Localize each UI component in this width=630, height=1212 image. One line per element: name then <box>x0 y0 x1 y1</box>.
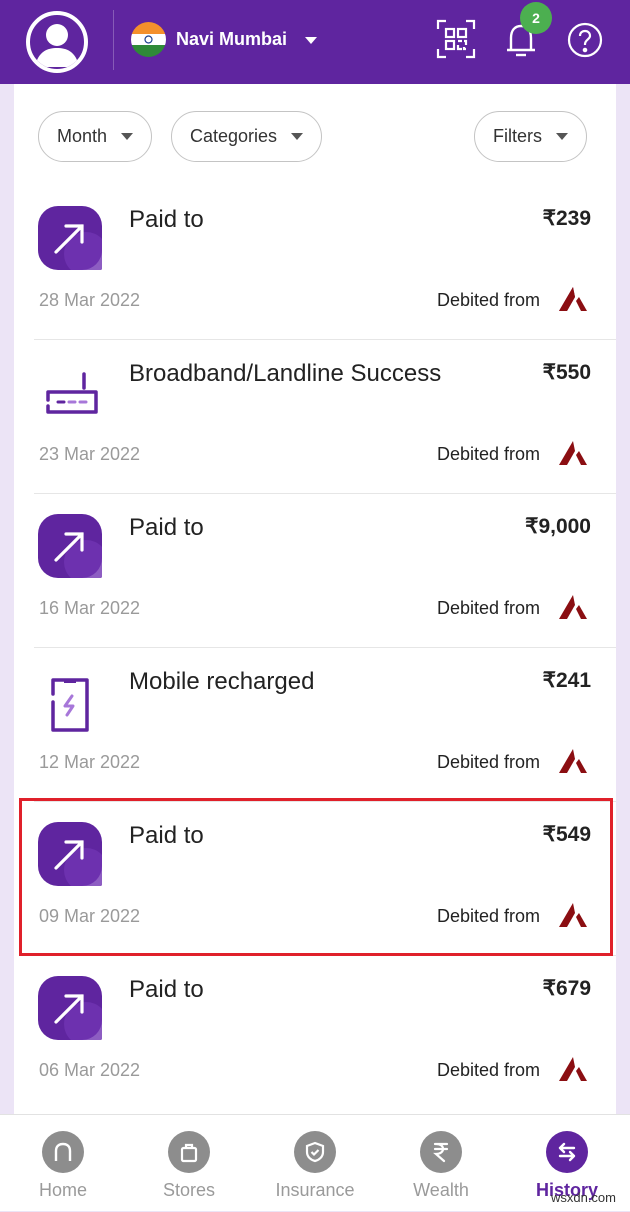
divider <box>113 10 114 70</box>
transaction-title: Paid to <box>129 976 204 1003</box>
nav-stores-label: Stores <box>162 1180 216 1200</box>
debited-from-label: Debited from <box>436 598 540 618</box>
axis-bank-logo-icon <box>559 287 587 311</box>
transaction-row[interactable]: Paid to ₹679 06 Mar 2022 Debited from <box>14 956 616 1110</box>
india-flag-icon[interactable] <box>131 22 166 57</box>
transaction-row[interactable]: Paid to ₹239 28 Mar 2022 Debited from <box>14 186 616 340</box>
help-icon[interactable] <box>567 22 603 58</box>
bottom-nav: Home Stores Insurance Wealth History <box>0 1114 630 1211</box>
paid-arrow-icon <box>38 514 108 584</box>
month-filter-button[interactable]: Month <box>38 111 153 162</box>
nav-stores[interactable]: Stores <box>129 1115 249 1212</box>
filters-label: Filters <box>493 126 542 146</box>
qr-scan-icon[interactable] <box>436 19 476 59</box>
user-icon <box>35 24 79 67</box>
swap-arrows-icon <box>546 1131 588 1173</box>
top-bar: Navi Mumbai 2 <box>0 0 630 84</box>
transaction-amount: ₹9,000 <box>525 515 591 538</box>
axis-bank-logo-icon <box>559 441 587 465</box>
transaction-row[interactable]: Paid to ₹9,000 16 Mar 2022 Debited from <box>14 494 616 648</box>
debited-from-label: Debited from <box>436 290 540 310</box>
filters-button[interactable]: Filters <box>474 111 587 162</box>
mobile-recharge-icon <box>38 668 102 732</box>
debited-from-label: Debited from <box>436 752 540 772</box>
profile-avatar[interactable] <box>26 11 88 73</box>
transaction-date: 12 Mar 2022 <box>39 752 141 772</box>
paid-arrow-icon <box>38 976 108 1046</box>
transaction-row[interactable]: Mobile recharged ₹241 12 Mar 2022 Debite… <box>14 648 616 802</box>
transaction-amount: ₹241 <box>542 669 591 692</box>
transaction-amount: ₹239 <box>542 207 591 230</box>
shield-icon <box>294 1131 336 1173</box>
axis-bank-logo-icon <box>559 1057 587 1081</box>
bag-icon <box>168 1131 210 1173</box>
month-filter-label: Month <box>57 126 108 146</box>
nav-wealth-label: Wealth <box>413 1180 469 1200</box>
transaction-amount: ₹550 <box>542 361 591 384</box>
watermark: wsxdn.com <box>550 1190 616 1205</box>
highlight-box <box>19 798 613 956</box>
transaction-amount: ₹679 <box>542 977 591 1000</box>
debited-from-label: Debited from <box>436 1060 540 1080</box>
chevron-down-icon <box>556 133 568 140</box>
paid-arrow-icon <box>38 206 108 276</box>
transaction-date: 23 Mar 2022 <box>39 444 141 464</box>
transaction-title: Broadband/Landline Success <box>129 360 442 387</box>
axis-bank-logo-icon <box>559 595 587 619</box>
categories-filter-label: Categories <box>190 126 278 146</box>
transaction-date: 28 Mar 2022 <box>39 290 141 310</box>
transaction-row[interactable]: Broadband/Landline Success ₹550 23 Mar 2… <box>14 340 616 494</box>
transaction-title: Mobile recharged <box>129 668 315 695</box>
nav-home-label: Home <box>38 1180 87 1200</box>
rupee-icon <box>420 1131 462 1173</box>
city-selector[interactable]: Navi Mumbai <box>176 29 287 50</box>
transaction-title: Paid to <box>129 514 204 541</box>
home-icon <box>42 1131 84 1173</box>
router-icon <box>38 360 102 424</box>
chevron-down-icon[interactable] <box>305 37 317 44</box>
transaction-title: Paid to <box>129 206 204 233</box>
nav-insurance[interactable]: Insurance <box>255 1115 375 1212</box>
axis-bank-logo-icon <box>559 749 587 773</box>
notification-badge: 2 <box>520 2 552 34</box>
nav-home[interactable]: Home <box>3 1115 123 1212</box>
chevron-down-icon <box>291 133 304 140</box>
debited-from-label: Debited from <box>436 444 540 464</box>
categories-filter-button[interactable]: Categories <box>171 111 323 162</box>
chevron-down-icon <box>121 133 134 140</box>
transaction-date: 06 Mar 2022 <box>39 1060 141 1080</box>
transaction-date: 16 Mar 2022 <box>39 598 141 618</box>
nav-wealth[interactable]: Wealth <box>381 1115 501 1212</box>
nav-insurance-label: Insurance <box>275 1180 355 1200</box>
